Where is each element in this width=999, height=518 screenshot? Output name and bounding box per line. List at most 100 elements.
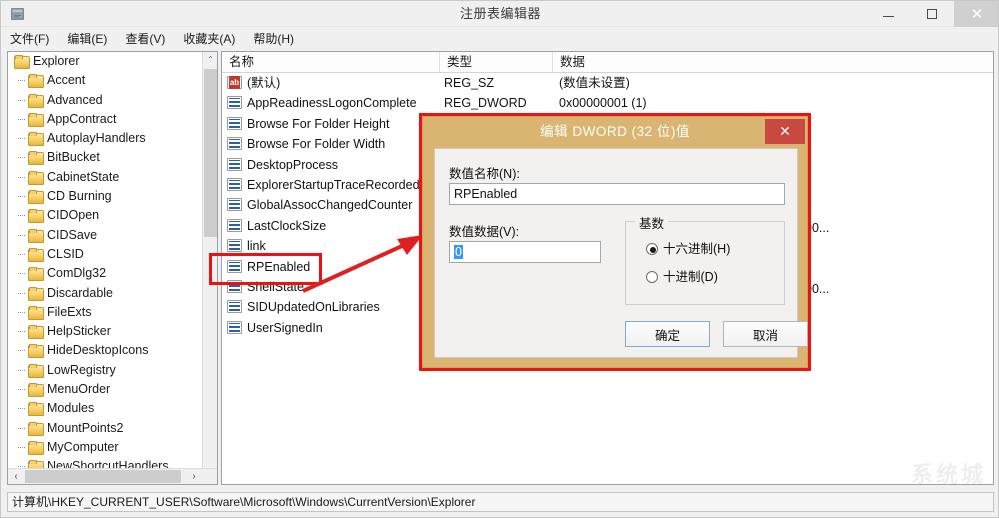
folder-icon <box>28 267 44 282</box>
tree-item-cidopen[interactable]: CIDOpen <box>8 206 204 225</box>
tree-item-mycomputer[interactable]: MyComputer <box>8 438 204 457</box>
edit-dword-dialog: 编辑 DWORD (32 位)值 ✕ 数值名称(N): RPEnabled 数值… <box>422 116 808 368</box>
tree-item-advanced[interactable]: Advanced <box>8 91 204 110</box>
scroll-up-icon[interactable]: ⌃ <box>203 52 217 68</box>
column-header-type[interactable]: 类型 <box>440 52 553 72</box>
table-row[interactable]: (默认) REG_SZ (数值未设置) <box>222 73 993 93</box>
tree-item-fileexts[interactable]: FileExts <box>8 303 204 322</box>
registry-tree-panel[interactable]: Explorer Accent Advanced AppContract Aut… <box>7 51 218 485</box>
tree-item-label: Explorer <box>33 54 80 68</box>
tree-item-cidsave[interactable]: CIDSave <box>8 226 204 245</box>
folder-icon <box>28 112 44 127</box>
tree-item-discardable[interactable]: Discardable <box>8 284 204 303</box>
table-row[interactable]: AppReadinessLogonComplete REG_DWORD 0x00… <box>222 93 993 113</box>
folder-icon <box>28 209 44 224</box>
dialog-body: 数值名称(N): RPEnabled 数值数据(V): 0 基数 十六进制(H)… <box>434 148 808 358</box>
maximize-button[interactable] <box>910 1 954 27</box>
dialog-title: 编辑 DWORD (32 位)值 <box>540 124 690 139</box>
tree-item-hidedesktopicons[interactable]: HideDesktopIcons <box>8 341 204 360</box>
tree-item-label: HideDesktopIcons <box>47 343 149 358</box>
tree-item-label: Discardable <box>47 285 114 300</box>
tree-hscroll-thumb[interactable] <box>25 470 181 483</box>
menu-item-view[interactable]: 查看(V) <box>116 28 174 50</box>
tree-item-explorer[interactable]: Explorer <box>8 52 204 71</box>
tree-item-comdlg32[interactable]: ComDlg32 <box>8 264 204 283</box>
column-header-name[interactable]: 名称 <box>222 52 440 72</box>
value-name-input[interactable]: RPEnabled <box>449 183 785 205</box>
dword-value-icon <box>227 157 242 171</box>
window-controls: ✕ <box>866 1 998 27</box>
folder-icon <box>28 344 44 359</box>
tree-item-label: CD Burning <box>47 189 112 204</box>
dword-value-icon <box>227 116 242 130</box>
scroll-right-icon[interactable]: › <box>186 469 202 484</box>
menu-item-favorites[interactable]: 收藏夹(A) <box>174 28 244 50</box>
value-name: UserSignedIn <box>227 318 323 338</box>
status-bar: 计算机\HKEY_CURRENT_USER\Software\Microsoft… <box>7 492 994 512</box>
folder-icon <box>28 402 44 417</box>
folder-icon <box>28 151 44 166</box>
value-data-input[interactable]: 0 <box>449 241 601 263</box>
dword-value-icon <box>227 198 242 212</box>
minimize-button[interactable] <box>866 1 910 27</box>
tree-item-label: MyComputer <box>47 439 119 454</box>
radio-hexadecimal-icon <box>646 243 658 255</box>
tree-item-bitbucket[interactable]: BitBucket <box>8 148 204 167</box>
folder-icon <box>28 421 44 436</box>
dword-value-icon <box>227 239 242 253</box>
tree-item-autoplayhandlers[interactable]: AutoplayHandlers <box>8 129 204 148</box>
tree-item-label: FileExts <box>47 304 92 319</box>
menu-item-edit[interactable]: 编辑(E) <box>58 28 116 50</box>
menu-bar: 文件(F) 编辑(E) 查看(V) 收藏夹(A) 帮助(H) <box>1 28 998 50</box>
string-value-icon <box>227 76 242 89</box>
menu-item-help[interactable]: 帮助(H) <box>244 28 303 50</box>
value-name: GlobalAssocChangedCounter <box>227 195 412 215</box>
registry-tree: Explorer Accent Advanced AppContract Aut… <box>8 52 204 475</box>
tree-item-lowregistry[interactable]: LowRegistry <box>8 361 204 380</box>
value-data: (数值未设置) <box>559 76 630 90</box>
radio-decimal-icon <box>646 271 658 283</box>
tree-item-mountpoints2[interactable]: MountPoints2 <box>8 419 204 438</box>
scroll-left-icon[interactable]: ‹ <box>8 469 24 484</box>
value-name: Browse For Folder Height <box>227 114 389 134</box>
tree-item-label: AutoplayHandlers <box>47 131 146 146</box>
tree-item-modules[interactable]: Modules <box>8 399 204 418</box>
tree-item-label: CLSID <box>47 246 84 261</box>
folder-icon <box>28 325 44 340</box>
folder-icon <box>28 305 44 320</box>
folder-icon <box>14 55 30 69</box>
value-name: DesktopProcess <box>227 155 338 175</box>
folder-icon <box>28 383 44 398</box>
tree-item-label: MenuOrder <box>47 382 111 397</box>
dialog-close-button[interactable]: ✕ <box>765 119 805 144</box>
tree-item-cd-burning[interactable]: CD Burning <box>8 187 204 206</box>
value-data-label: 数值数据(V): <box>449 225 520 239</box>
tree-item-menuorder[interactable]: MenuOrder <box>8 380 204 399</box>
title-bar: 注册表编辑器 ✕ <box>1 1 998 27</box>
dword-value-icon <box>227 218 242 232</box>
dword-value-icon <box>227 96 242 110</box>
folder-icon <box>28 74 44 89</box>
folder-icon <box>28 190 44 205</box>
radio-hexadecimal[interactable]: 十六进制(H) <box>646 238 730 257</box>
tree-item-appcontract[interactable]: AppContract <box>8 110 204 129</box>
tree-vscroll-thumb[interactable] <box>204 69 217 237</box>
column-header-data[interactable]: 数据 <box>553 52 993 72</box>
radio-hexadecimal-label: 十六进制(H) <box>663 242 731 256</box>
tree-item-accent[interactable]: Accent <box>8 71 204 90</box>
tree-item-label: CIDOpen <box>47 208 100 223</box>
folder-icon <box>28 228 44 243</box>
tree-item-clsid[interactable]: CLSID <box>8 245 204 264</box>
tree-horizontal-scrollbar[interactable]: ‹ › <box>8 468 217 484</box>
dword-value-icon <box>227 177 242 191</box>
tree-item-cabinetstate[interactable]: CabinetState <box>8 168 204 187</box>
cancel-button[interactable]: 取消 <box>723 321 808 347</box>
menu-item-file[interactable]: 文件(F) <box>1 28 58 50</box>
ok-button[interactable]: 确定 <box>625 321 710 347</box>
folder-icon <box>28 363 44 378</box>
close-button[interactable]: ✕ <box>954 1 998 27</box>
radio-decimal[interactable]: 十进制(D) <box>646 266 718 285</box>
tree-item-helpsticker[interactable]: HelpSticker <box>8 322 204 341</box>
tree-item-label: LowRegistry <box>47 362 116 377</box>
dword-value-icon <box>227 320 242 334</box>
